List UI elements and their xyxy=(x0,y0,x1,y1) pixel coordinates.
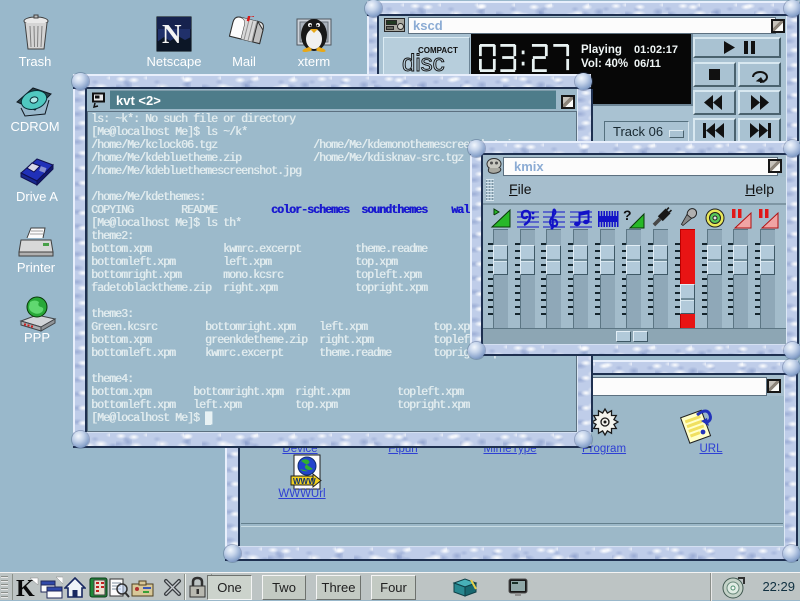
svg-text:disc: disc xyxy=(402,50,445,74)
svg-text:N: N xyxy=(162,19,182,49)
svg-text:?: ? xyxy=(623,207,632,223)
svg-text:WWW: WWW xyxy=(293,477,316,486)
